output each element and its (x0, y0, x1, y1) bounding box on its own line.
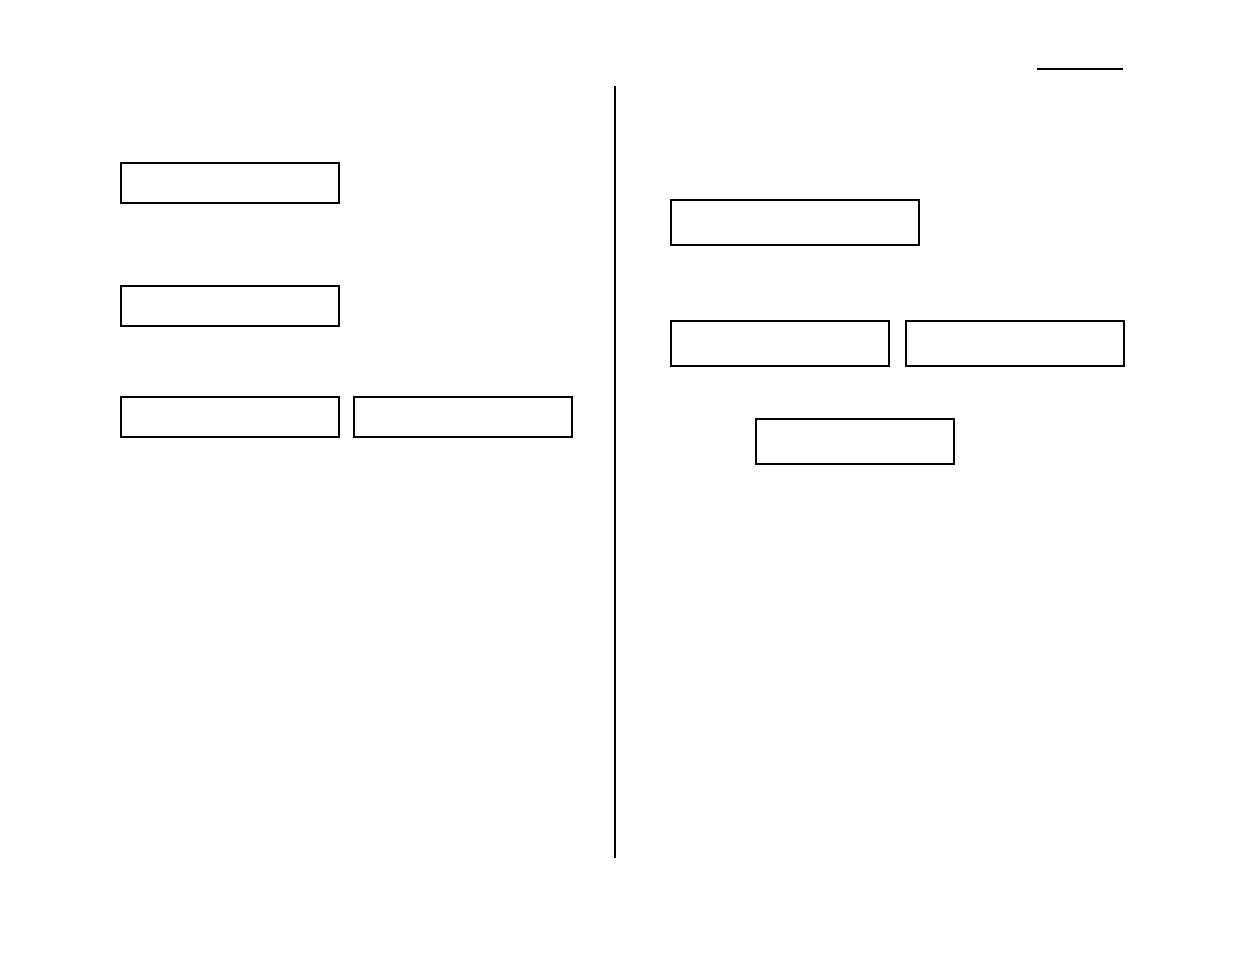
input-left-middle[interactable] (120, 285, 340, 327)
top-right-underline (1037, 68, 1123, 70)
input-right-mid-b[interactable] (905, 320, 1125, 367)
vertical-divider (614, 86, 616, 858)
input-right-top[interactable] (670, 199, 920, 246)
input-left-bottom-a[interactable] (120, 396, 340, 438)
input-left-bottom-b[interactable] (353, 396, 573, 438)
input-right-mid-a[interactable] (670, 320, 890, 367)
input-left-top[interactable] (120, 162, 340, 204)
input-right-bottom[interactable] (755, 418, 955, 465)
